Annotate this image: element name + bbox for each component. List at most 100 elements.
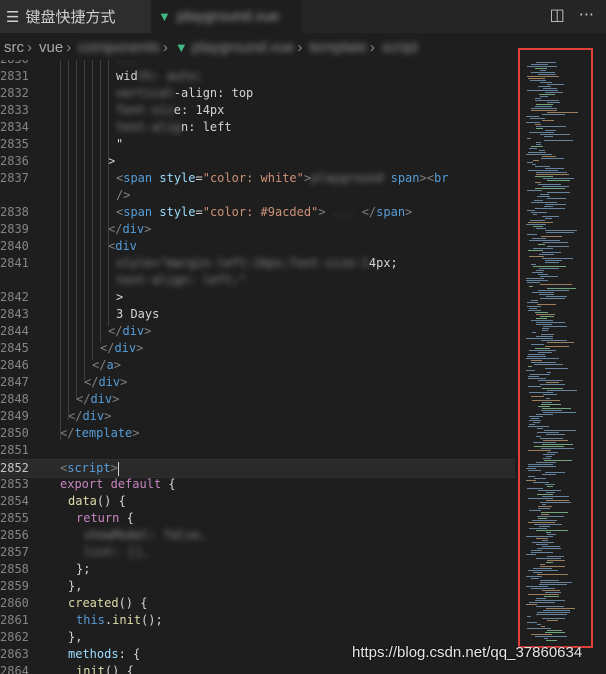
code-line[interactable]: 2851	[0, 442, 515, 459]
line-number: 2838	[0, 205, 29, 219]
minimap-line	[526, 154, 552, 155]
code-line[interactable]: 2839 </div>	[0, 221, 515, 238]
minimap-line	[533, 568, 552, 569]
minimap-line	[535, 98, 541, 99]
minimap-line	[527, 628, 551, 629]
minimap-line	[544, 136, 553, 137]
code-line[interactable]: 2835 "	[0, 136, 515, 153]
line-code: export default {	[60, 476, 176, 493]
code-token: a	[106, 358, 114, 372]
tab-playground-vue[interactable]: ▼ playground.vue	[152, 0, 302, 33]
minimap-line	[535, 312, 548, 313]
code-line[interactable]: 2860 created() {	[0, 595, 515, 612]
code-line[interactable]: 2857 list: [],	[0, 544, 515, 561]
minimap-line	[532, 238, 546, 239]
code-token: span	[376, 205, 406, 219]
code-line[interactable]: 2848 </div>	[0, 391, 515, 408]
minimap-line	[532, 332, 536, 333]
tab-keyboard-shortcuts[interactable]: ☰ 键盘快捷方式	[0, 0, 150, 33]
minimap-line	[535, 100, 559, 101]
minimap-line	[527, 356, 546, 357]
split-editor-icon[interactable]: ◫	[550, 5, 565, 24]
code-token: },	[68, 630, 83, 644]
minimap-line	[545, 368, 568, 369]
code-token: div	[115, 239, 137, 253]
code-editor[interactable]: 2830 ...2831width: auto;2832vertical-ali…	[0, 60, 515, 674]
code-line[interactable]: 2846 </a>	[0, 357, 515, 374]
minimap-line	[545, 168, 564, 169]
code-line[interactable]: 2845 </div>	[0, 340, 515, 357]
code-line[interactable]: 2838 <span style="color: #9acded"> ... </…	[0, 204, 515, 221]
code-token: </	[76, 392, 91, 406]
line-code: <script>	[60, 460, 119, 477]
code-line[interactable]: 2861 this.init();	[0, 612, 515, 629]
code-line[interactable]: 2830 ...	[0, 60, 515, 68]
minimap-line	[544, 460, 572, 461]
minimap-line	[535, 106, 552, 107]
code-line-wrap[interactable]: text-align: left;"	[0, 272, 515, 289]
code-line[interactable]: 2832 vertical-align: top	[0, 85, 515, 102]
code-line[interactable]: 2853 export default {	[0, 476, 515, 493]
breadcrumb-item[interactable]: components	[78, 39, 160, 56]
minimap-line	[541, 512, 568, 513]
code-line[interactable]: 2859},	[0, 578, 515, 595]
line-code: width: auto;	[116, 68, 203, 85]
minimap-line	[526, 604, 537, 605]
minimap-line	[534, 200, 543, 201]
code-token: div	[90, 392, 113, 406]
vertical-scrollbar[interactable]	[595, 62, 606, 642]
more-actions-icon[interactable]: ···	[579, 5, 594, 24]
minimap-line	[545, 262, 559, 263]
code-token: </	[84, 375, 99, 389]
code-token: ><	[419, 171, 434, 185]
minimap-line	[526, 480, 536, 481]
minimap-line	[527, 138, 531, 139]
minimap-line	[528, 426, 549, 427]
breadcrumb-item[interactable]: template	[309, 39, 367, 56]
minimap[interactable]	[518, 48, 593, 648]
breadcrumb-item[interactable]: playground.vue	[192, 39, 295, 56]
breadcrumb-item[interactable]: src	[4, 39, 24, 56]
minimap-line	[547, 534, 556, 535]
code-line[interactable]: 2864 init() {	[0, 663, 515, 674]
code-line[interactable]: 2831 width: auto;	[0, 68, 515, 85]
code-line[interactable]: 2834 text-align: left	[0, 119, 515, 136]
code-line[interactable]: 2844 </div>	[0, 323, 515, 340]
minimap-line	[542, 120, 554, 121]
minimap-line	[542, 408, 571, 409]
code-line[interactable]: 2850 </template>	[0, 425, 515, 442]
breadcrumb-item[interactable]: script	[382, 39, 418, 56]
code-line[interactable]: 2843 3 Days	[0, 306, 515, 323]
code-line[interactable]: 2833 font-size: 14px	[0, 102, 515, 119]
code-line[interactable]: 2847 </div>	[0, 374, 515, 391]
minimap-line	[542, 590, 560, 591]
code-token: </	[68, 409, 83, 423]
minimap-line	[543, 610, 570, 611]
line-number: 2835	[0, 137, 29, 151]
breadcrumb-item[interactable]: vue	[39, 39, 63, 56]
minimap-line	[543, 88, 557, 89]
line-code: </a>	[92, 357, 121, 374]
code-line[interactable]: 2856 showModal: false,	[0, 527, 515, 544]
minimap-line	[531, 300, 538, 301]
minimap-line	[542, 156, 556, 157]
code-line[interactable]: 2855 return {	[0, 510, 515, 527]
code-line[interactable]: 2840 <div	[0, 238, 515, 255]
minimap-line	[540, 566, 565, 567]
code-line[interactable]: 2836 >	[0, 153, 515, 170]
code-token: return	[76, 511, 120, 525]
code-token: />	[116, 188, 131, 202]
code-line[interactable]: 2841 style="margin-left:16px;font-size:14…	[0, 255, 515, 272]
minimap-line	[537, 304, 556, 305]
code-line-wrap[interactable]: />	[0, 187, 515, 204]
code-line[interactable]: 2837 <span style="color: white">playgroun…	[0, 170, 515, 187]
code-line[interactable]: 2842 >	[0, 289, 515, 306]
code-line[interactable]: 2854 data() {	[0, 493, 515, 510]
line-number: 2833	[0, 103, 29, 117]
minimap-line	[543, 326, 567, 327]
minimap-line	[529, 240, 560, 241]
code-line[interactable]: 2849 </div>	[0, 408, 515, 425]
code-line[interactable]: 2858};	[0, 561, 515, 578]
code-token: showModal: false,	[84, 528, 207, 542]
minimap-line	[540, 580, 559, 581]
